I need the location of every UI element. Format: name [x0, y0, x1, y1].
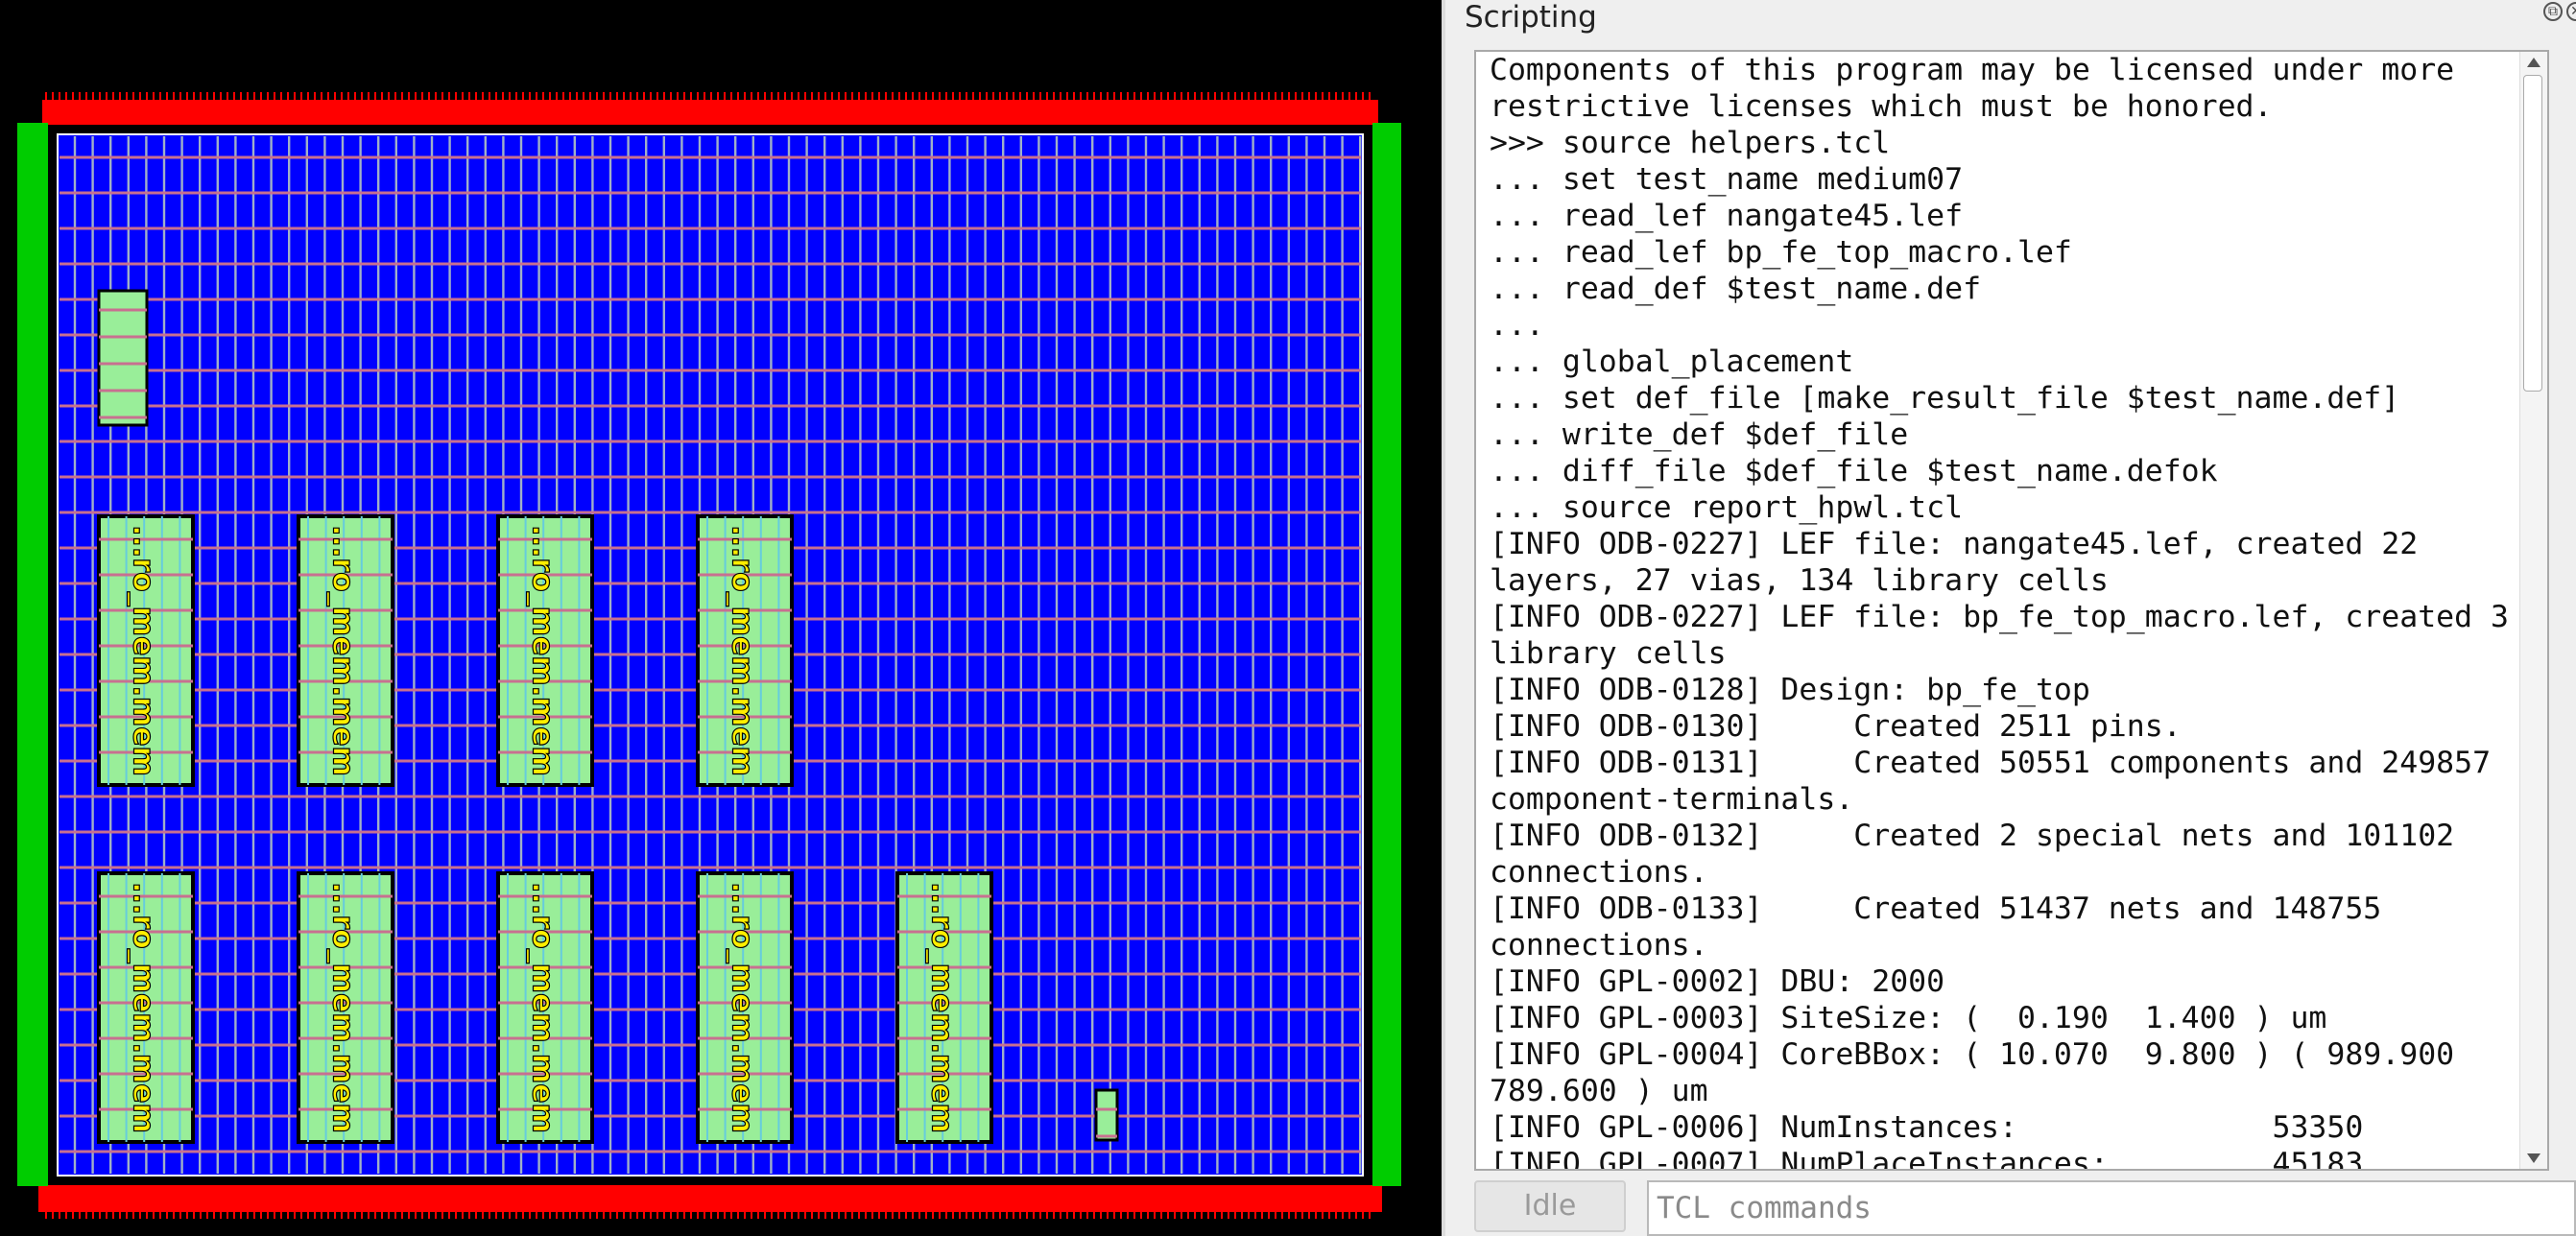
console-line: [INFO ODB-0227] LEF file: nangate45.lef,…: [1490, 527, 2419, 561]
command-bar: Idle: [1474, 1180, 2576, 1236]
scroll-down-icon[interactable]: [2527, 1153, 2540, 1163]
macro-label: ...ro_mem.mem: [925, 882, 959, 1133]
scripting-panel: Scripting ⧉ ✕ Components of this program…: [1445, 0, 2576, 1236]
console-line: ... read_lef nangate45.lef: [1490, 199, 1964, 233]
console-line: [INFO ODB-0130] Created 2511 pins.: [1490, 709, 2182, 744]
macro-label: ...ro_mem.mem: [526, 525, 560, 776]
console-line: >>> source helpers.tcl: [1490, 126, 1891, 160]
console-line: connections.: [1490, 855, 1708, 890]
macro-label: ...ro_mem.mem: [127, 882, 160, 1133]
console-line: ... write_def $def_file: [1490, 417, 1909, 452]
console-line: ... read_def $test_name.def: [1490, 272, 1982, 306]
bottom-pad-ring: [38, 1185, 1382, 1212]
console-lines: Components of this program may be licens…: [1490, 52, 2510, 1171]
console-line: [INFO GPL-0003] SiteSize: ( 0.190 1.400 …: [1490, 1001, 2327, 1035]
scripting-header: Scripting ⧉ ✕: [1445, 0, 2576, 42]
console-line: [INFO ODB-0227] LEF file: bp_fe_top_macr…: [1490, 600, 2510, 634]
macro-label: ...ro_mem.mem: [726, 525, 759, 776]
console-line: 789.600 ) um: [1490, 1074, 1708, 1108]
console-line: restrictive licenses which must be honor…: [1490, 89, 2273, 124]
console-line: ... set test_name medium07: [1490, 162, 1964, 197]
console-line: ... global_placement: [1490, 345, 1854, 379]
console-line: ... set def_file [make_result_file $test…: [1490, 381, 2400, 416]
macro-label: ...ro_mem.mem: [726, 882, 759, 1133]
console-line: [INFO ODB-0132] Created 2 special nets a…: [1490, 819, 2455, 853]
left-pad-ring: [17, 123, 48, 1186]
console-line: [INFO GPL-0006] NumInstances: 53350: [1490, 1110, 2364, 1145]
top-pad-ring: [42, 100, 1378, 125]
console-line: ...: [1490, 308, 1544, 343]
console-scrollbar[interactable]: [2519, 52, 2547, 1169]
scroll-up-icon[interactable]: [2527, 58, 2540, 67]
macro-label: ...ro_mem.mem: [127, 525, 160, 776]
console-line: [INFO ODB-0133] Created 51437 nets and 1…: [1490, 891, 2382, 926]
scroll-thumb[interactable]: [2523, 75, 2542, 392]
console-line: component-terminals.: [1490, 782, 1854, 817]
macro-label: ...ro_mem.mem: [526, 882, 560, 1133]
console-line: ... source report_hpwl.tcl: [1490, 490, 1964, 525]
console-line: [INFO ODB-0131] Created 50551 components…: [1490, 746, 2492, 780]
macro-label: ...ro_mem.mem: [326, 525, 360, 776]
float-icon[interactable]: ⧉: [2543, 2, 2563, 21]
console-output[interactable]: Components of this program may be licens…: [1474, 50, 2549, 1171]
small-macro: [1094, 1088, 1119, 1142]
console-line: [INFO GPL-0002] DBU: 2000: [1490, 964, 1945, 999]
panel-title: Scripting: [1465, 0, 1597, 35]
close-icon[interactable]: ✕: [2566, 2, 2576, 21]
layout-view[interactable]: ...ro_mem.mem ...ro_mem.mem ...ro_mem.mem.…: [0, 0, 1442, 1236]
tcl-command-input[interactable]: [1647, 1180, 2576, 1236]
status-button[interactable]: Idle: [1474, 1180, 1626, 1232]
console-line: ... read_lef bp_fe_top_macro.lef: [1490, 235, 2072, 270]
console-line: layers, 27 vias, 134 library cells: [1490, 563, 2109, 598]
right-pad-ring: [1372, 123, 1401, 1186]
console-line: [INFO GPL-0007] NumPlaceInstances: 45183: [1490, 1147, 2364, 1171]
console-line: connections.: [1490, 928, 1708, 963]
console-line: ... diff_file $def_file $test_name.defok: [1490, 454, 2218, 488]
console-line: [INFO GPL-0004] CoreBBox: ( 10.070 9.800…: [1490, 1037, 2455, 1072]
console-line: Components of this program may be licens…: [1490, 53, 2455, 87]
macro-label: ...ro_mem.mem: [326, 882, 360, 1133]
console-line: library cells: [1490, 636, 1727, 671]
console-line: [INFO ODB-0128] Design: bp_fe_top: [1490, 673, 2090, 707]
layout-canvas[interactable]: ...ro_mem.mem ...ro_mem.mem ...ro_mem.mem.…: [0, 0, 1442, 1236]
